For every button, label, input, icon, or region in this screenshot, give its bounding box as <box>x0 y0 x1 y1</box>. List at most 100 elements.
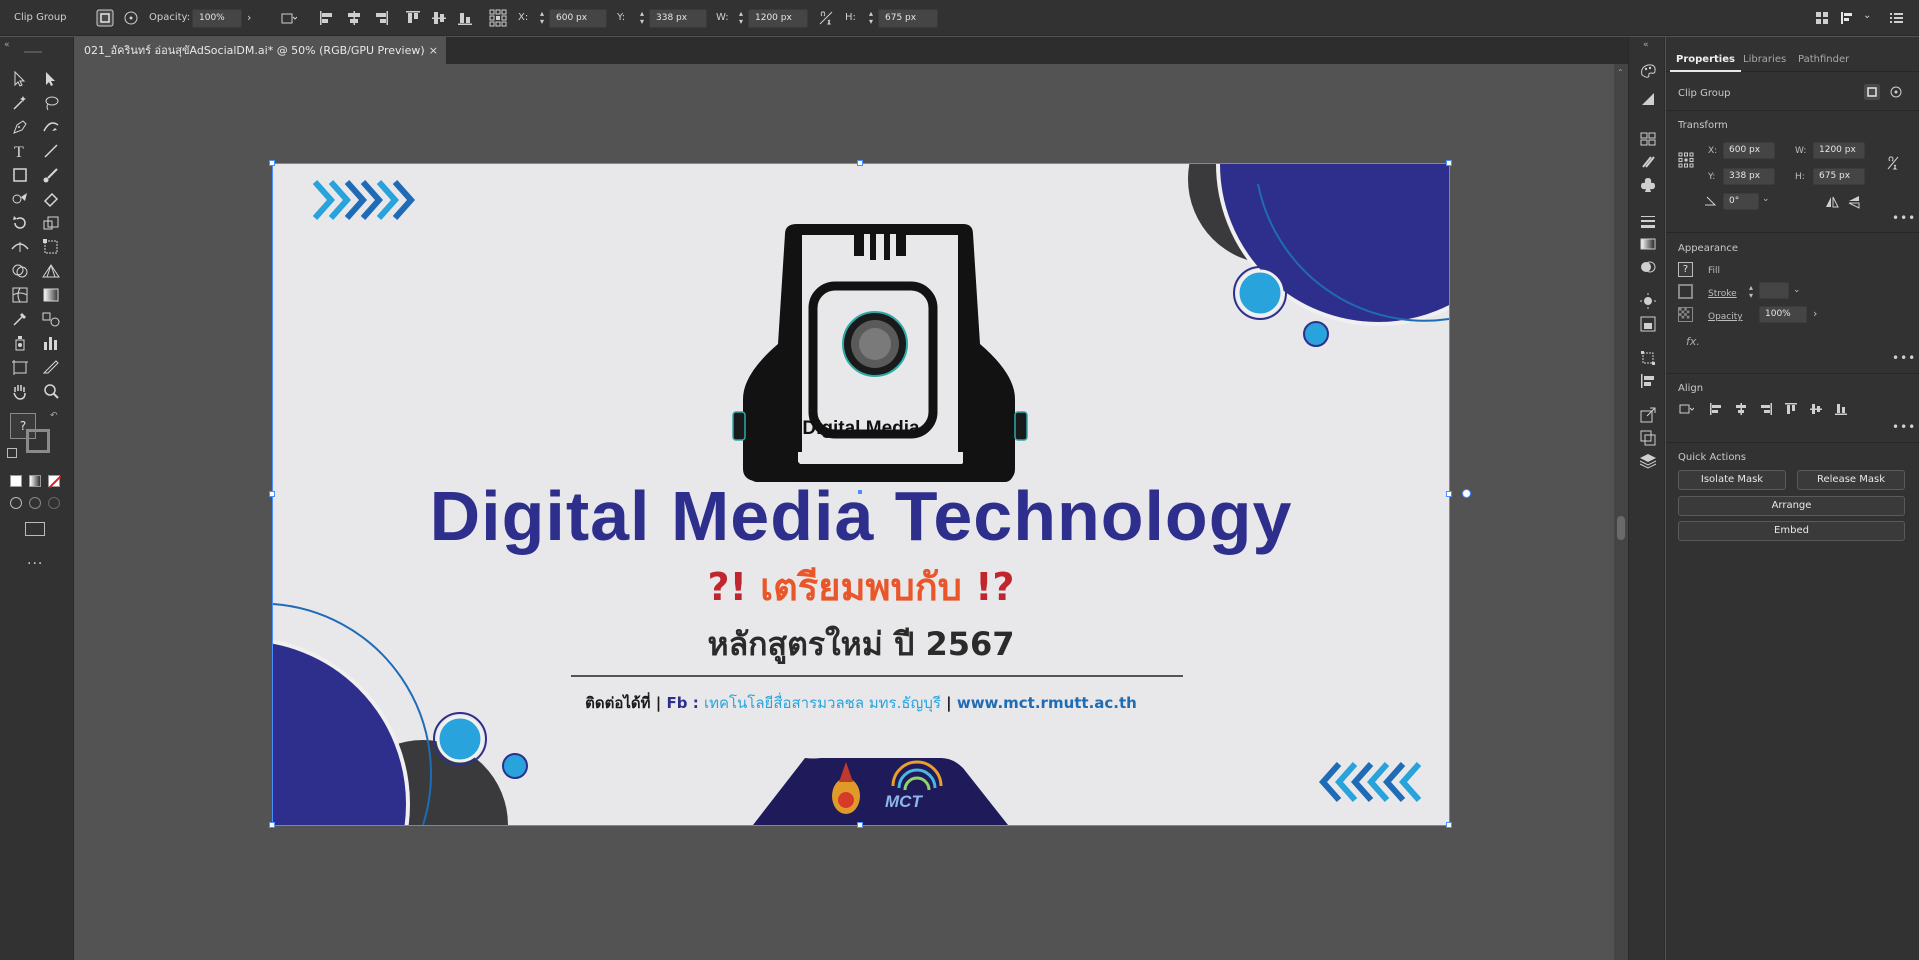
stroke-weight-field[interactable] <box>1759 282 1789 299</box>
pen-tool-icon[interactable] <box>9 117 31 137</box>
toolbar-grip[interactable] <box>24 51 42 53</box>
eyedropper-tool-icon[interactable] <box>9 309 31 329</box>
w-stepper-icon[interactable]: ▴ ▾ <box>736 10 746 27</box>
curvature-tool-icon[interactable] <box>40 117 62 137</box>
screen-mode-icon[interactable] <box>25 522 45 536</box>
shaper-tool-icon[interactable] <box>9 189 31 209</box>
stroke-label[interactable]: Stroke <box>1708 289 1737 299</box>
paintbrush-tool-icon[interactable] <box>40 165 62 185</box>
align-left-icon[interactable] <box>318 9 336 27</box>
document-tab[interactable]: 021_อัครินทร์ อ่อนสุขัAdSocialDM.ai* @ 5… <box>74 37 447 64</box>
handle-middle-right[interactable] <box>1446 491 1452 497</box>
symbol-sprayer-tool-icon[interactable] <box>9 333 31 353</box>
constrain-proportions-icon[interactable] <box>1885 155 1901 171</box>
recolor-icon[interactable] <box>1888 84 1904 100</box>
panel-h-field[interactable]: 675 px <box>1813 168 1865 185</box>
collapse-toolbar-icon[interactable]: « <box>4 40 10 50</box>
scale-tool-icon[interactable] <box>40 213 62 233</box>
rectangle-tool-icon[interactable] <box>9 165 31 185</box>
panel-align-right-icon[interactable] <box>1758 401 1774 417</box>
tab-pathfinder[interactable]: Pathfinder <box>1792 48 1855 72</box>
expand-panels-icon[interactable]: « <box>1643 40 1649 50</box>
workspace-switcher-icon[interactable] <box>1839 9 1857 27</box>
type-tool-icon[interactable]: T <box>9 141 31 161</box>
x-stepper-icon[interactable]: ▴ ▾ <box>537 10 547 27</box>
artboard[interactable]: Digital Media Digital Media Technology ?… <box>273 164 1449 825</box>
color-guide-icon[interactable] <box>1638 89 1658 109</box>
gradient-mode-icon[interactable] <box>29 475 41 487</box>
edit-toolbar-more-icon[interactable]: ... <box>27 552 43 568</box>
transform-panel-icon[interactable] <box>1638 348 1658 368</box>
stroke-dropdown-chevron-icon[interactable]: ⌄ <box>1793 285 1801 295</box>
zoom-tool-icon[interactable] <box>40 381 62 401</box>
embed-button[interactable]: Embed <box>1678 521 1905 541</box>
appearance-panel-icon[interactable] <box>1638 291 1658 311</box>
h-stepper-icon[interactable]: ▴ ▾ <box>866 10 876 27</box>
reference-point-icon[interactable] <box>489 9 507 27</box>
eraser-tool-icon[interactable] <box>40 189 62 209</box>
opacity-expand-icon[interactable]: › <box>247 11 251 24</box>
gradient-tool-icon[interactable] <box>40 285 62 305</box>
opacity-expand-icon[interactable]: › <box>1813 307 1817 320</box>
perspective-grid-tool-icon[interactable] <box>40 261 62 281</box>
stroke-swatch[interactable] <box>1678 284 1693 299</box>
isolate-mask-button[interactable]: Isolate Mask <box>1678 470 1786 490</box>
symbols-icon[interactable] <box>1638 175 1658 195</box>
arrange-documents-icon[interactable] <box>1813 9 1831 27</box>
flip-vertical-icon[interactable] <box>1846 194 1862 210</box>
default-fill-stroke-icon[interactable] <box>7 448 17 458</box>
rotate-handle[interactable] <box>1462 489 1471 498</box>
align-to-selection-icon[interactable] <box>1678 401 1695 417</box>
hand-tool-icon[interactable] <box>9 381 31 401</box>
export-icon[interactable] <box>1638 405 1658 425</box>
panel-align-bottom-icon[interactable] <box>1833 401 1849 417</box>
artboards-panel-icon[interactable] <box>1638 428 1658 448</box>
stroke-panel-icon[interactable] <box>1638 211 1658 231</box>
y-stepper-icon[interactable]: ▴ ▾ <box>637 10 647 27</box>
artboard-tool-icon[interactable] <box>9 357 31 377</box>
opacity-field[interactable]: 100% <box>192 9 242 28</box>
appearance-more-options-icon[interactable]: ••• <box>1892 351 1916 365</box>
scroll-up-icon[interactable]: ⌃ <box>1617 68 1624 77</box>
panel-angle-field[interactable]: 0° <box>1723 193 1759 210</box>
transparency-icon[interactable] <box>1638 257 1658 277</box>
width-tool-icon[interactable] <box>9 237 31 257</box>
layers-panel-icon[interactable] <box>1638 451 1658 471</box>
opacity-label[interactable]: Opacity <box>1708 312 1743 322</box>
panel-align-middle-icon[interactable] <box>1808 401 1824 417</box>
effects-fx-button[interactable]: fx. <box>1686 335 1700 348</box>
workspace-chevron-down-icon[interactable]: ⌄ <box>1863 10 1871 21</box>
shape-builder-tool-icon[interactable] <box>9 261 31 281</box>
slice-tool-icon[interactable] <box>40 357 62 377</box>
reference-point-icon[interactable] <box>1678 152 1694 168</box>
constrain-proportions-icon[interactable] <box>817 9 835 27</box>
flip-horizontal-icon[interactable] <box>1824 194 1840 210</box>
y-field[interactable]: 338 px <box>649 9 707 28</box>
align-top-icon[interactable] <box>404 9 422 27</box>
rotate-tool-icon[interactable] <box>9 213 31 233</box>
align-more-options-icon[interactable]: ••• <box>1892 420 1916 434</box>
panel-align-center-icon[interactable] <box>1733 401 1749 417</box>
panel-w-field[interactable]: 1200 px <box>1813 142 1865 159</box>
graphic-styles-icon[interactable] <box>1638 314 1658 334</box>
draw-behind-icon[interactable] <box>29 497 41 509</box>
panel-x-field[interactable]: 600 px <box>1723 142 1775 159</box>
vertical-scrollbar[interactable]: ⌃ <box>1614 64 1628 960</box>
stroke-stepper-icon[interactable]: ▴ ▾ <box>1749 284 1753 300</box>
magic-wand-tool-icon[interactable] <box>9 93 31 113</box>
mesh-tool-icon[interactable] <box>9 285 31 305</box>
handle-bottom-center[interactable] <box>857 822 863 828</box>
swap-fill-stroke-icon[interactable]: ↶ <box>50 411 58 421</box>
panel-align-top-icon[interactable] <box>1783 401 1799 417</box>
tab-properties[interactable]: Properties <box>1670 48 1741 72</box>
clip-group-icon[interactable] <box>1864 84 1880 100</box>
panel-align-left-icon[interactable] <box>1708 401 1724 417</box>
stroke-swatch[interactable] <box>26 429 50 453</box>
recolor-target-icon[interactable] <box>122 9 140 27</box>
panel-menu-icon[interactable] <box>1887 9 1905 27</box>
scrollbar-thumb[interactable] <box>1617 516 1625 540</box>
blend-tool-icon[interactable] <box>40 309 62 329</box>
align-bottom-icon[interactable] <box>456 9 474 27</box>
align-panel-icon[interactable] <box>1638 371 1658 391</box>
arrange-button[interactable]: Arrange <box>1678 496 1905 516</box>
